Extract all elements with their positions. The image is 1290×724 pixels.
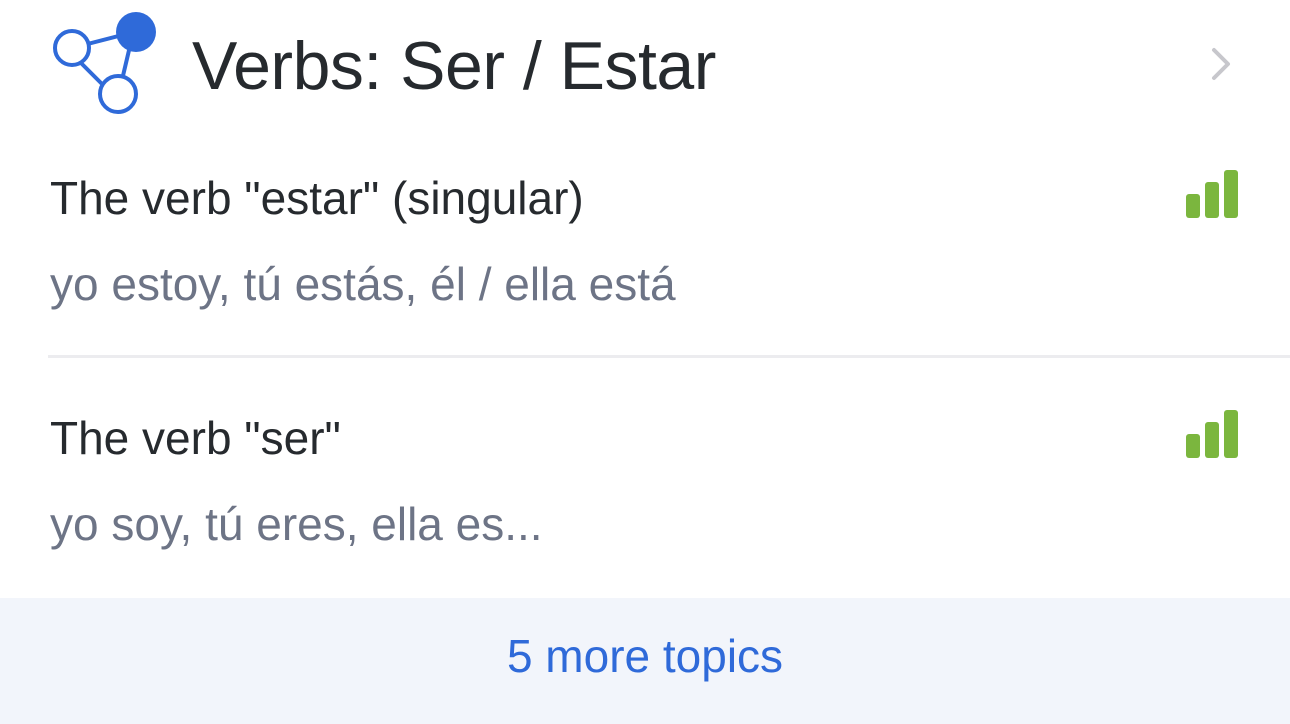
skill-graph-icon xyxy=(53,12,156,114)
divider xyxy=(48,355,1290,358)
topic-title: The verb "ser" xyxy=(50,412,341,464)
level-bars-icon xyxy=(1186,170,1238,218)
more-topics-link[interactable]: 5 more topics xyxy=(0,624,1290,688)
topic-title: The verb "estar" (singular) xyxy=(50,172,584,224)
topic-subtitle: yo estoy, tú estás, él / ella está xyxy=(50,258,676,310)
topic-row-ser[interactable]: The verb "ser" yo soy, tú eres, ella es.… xyxy=(0,390,1290,590)
section-title: Verbs: Ser / Estar xyxy=(192,28,716,104)
level-bars-icon xyxy=(1186,410,1238,458)
grammar-section-card: Verbs: Ser / Estar The verb "estar" (sin… xyxy=(0,0,1290,724)
section-header[interactable]: Verbs: Ser / Estar xyxy=(0,0,1290,130)
topic-subtitle: yo soy, tú eres, ella es... xyxy=(50,498,543,550)
topic-row-estar-singular[interactable]: The verb "estar" (singular) yo estoy, tú… xyxy=(0,150,1290,355)
more-topics-footer[interactable]: 5 more topics xyxy=(0,598,1290,724)
chevron-right-icon[interactable] xyxy=(1206,44,1234,84)
